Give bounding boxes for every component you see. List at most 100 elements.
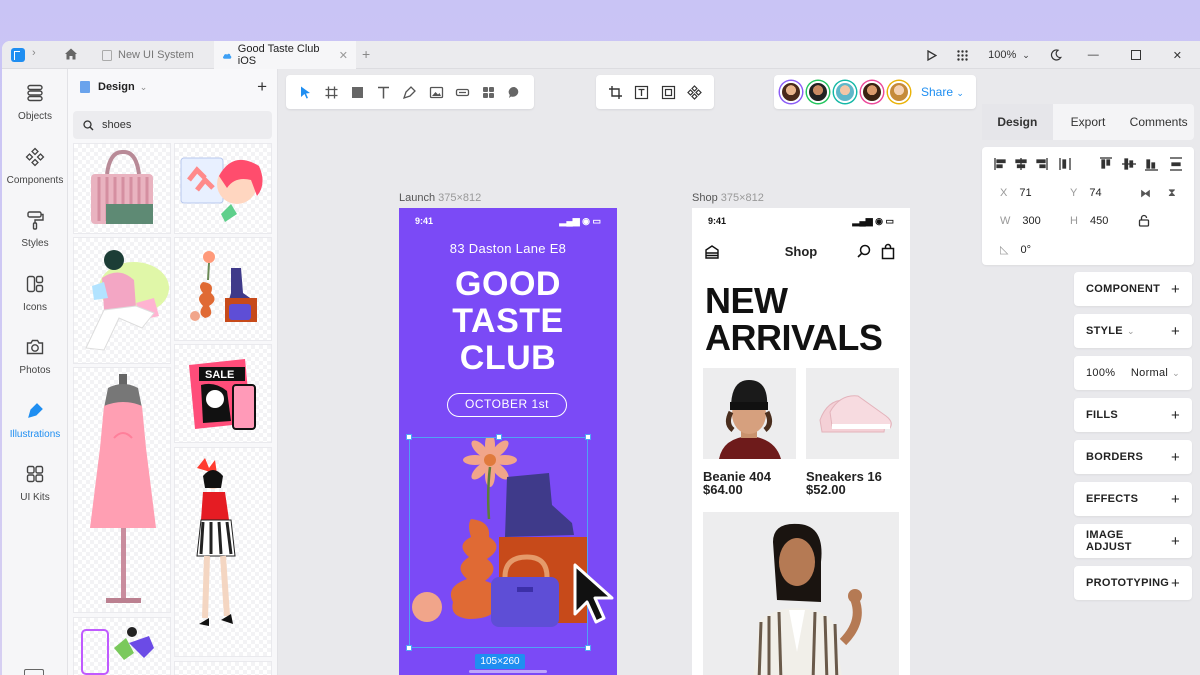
flip-horizontal-icon[interactable]: ⧓ — [1140, 187, 1151, 200]
home-icon[interactable] — [64, 47, 78, 61]
close-tab-icon[interactable]: ✕ — [339, 49, 348, 62]
x-field[interactable]: X 71 — [1000, 187, 1032, 199]
illustration-girl-sandals[interactable] — [174, 143, 272, 234]
illustration-handbag[interactable] — [73, 143, 171, 234]
illustration-app-figures[interactable] — [73, 617, 171, 675]
tab-new-ui-system[interactable]: New UI System — [94, 41, 214, 69]
vertical-align-icons[interactable] — [1100, 157, 1184, 171]
plus-icon[interactable]: + — [1171, 323, 1180, 340]
apps-grid-icon[interactable] — [947, 49, 978, 61]
resize-handle[interactable] — [496, 434, 502, 440]
unlock-icon[interactable] — [1138, 214, 1150, 227]
layer-opacity-blend[interactable]: 100% Normal ⌄ — [1074, 356, 1192, 390]
horizontal-align-icons[interactable] — [994, 157, 1074, 171]
share-button[interactable]: Share ⌄ — [921, 85, 964, 99]
illustration-partial[interactable] — [174, 661, 272, 675]
tab-good-taste-club[interactable]: Good Taste Club iOS ✕ — [214, 41, 356, 69]
product-sneakers[interactable]: Sneakers 16 $52.00 — [806, 470, 882, 496]
shopping-bag-icon[interactable] — [880, 243, 896, 260]
illustration-shopping-woman[interactable] — [73, 237, 171, 364]
rail-item-objects[interactable]: Objects — [2, 83, 68, 122]
illustration-dress-mannequin[interactable] — [73, 367, 171, 613]
rotation-field[interactable]: ◺ 0° — [1000, 243, 1031, 256]
avatar[interactable] — [888, 81, 910, 103]
text-box-icon[interactable] — [629, 79, 655, 105]
avatar[interactable] — [780, 81, 802, 103]
comment-tool-icon[interactable] — [502, 79, 527, 105]
resize-handle[interactable] — [585, 645, 591, 651]
frame-label-launch[interactable]: Launch 375×812 — [399, 192, 481, 204]
minimize-icon[interactable]: — — [1072, 49, 1115, 61]
frame-label-shop[interactable]: Shop 375×812 — [692, 192, 764, 204]
component-tool-icon[interactable] — [476, 79, 501, 105]
section-fills[interactable]: FILLS + — [1074, 398, 1192, 432]
avatar[interactable] — [861, 81, 883, 103]
play-icon[interactable] — [917, 49, 947, 61]
avatar[interactable] — [834, 81, 856, 103]
product-beanie[interactable]: Beanie 404 $64.00 — [703, 470, 771, 496]
plus-icon[interactable]: + — [1171, 407, 1180, 424]
blend-mode-value[interactable]: Normal — [1131, 367, 1168, 379]
move-tool-icon[interactable] — [293, 79, 318, 105]
plus-icon[interactable]: + — [1171, 491, 1180, 508]
y-field[interactable]: Y 74 — [1070, 187, 1102, 199]
crop-icon[interactable] — [603, 79, 629, 105]
plus-icon[interactable]: + — [1171, 281, 1180, 298]
image-frame-icon[interactable] — [656, 79, 682, 105]
frame-tool-icon[interactable] — [319, 79, 344, 105]
search-box[interactable] — [73, 111, 272, 139]
component-diamond-icon[interactable] — [682, 79, 708, 105]
tab-comments[interactable]: Comments — [1123, 104, 1194, 140]
search-input[interactable] — [102, 119, 252, 131]
keyboard-icon[interactable] — [24, 669, 44, 675]
rail-item-icons[interactable]: Icons — [2, 274, 68, 313]
product-image-woman[interactable] — [703, 512, 899, 675]
tab-design[interactable]: Design — [982, 104, 1053, 140]
chevron-right-icon[interactable]: › — [32, 47, 36, 59]
plus-icon[interactable]: + — [1171, 533, 1180, 550]
rail-item-photos[interactable]: Photos — [2, 337, 68, 376]
section-component[interactable]: COMPONENT + — [1074, 272, 1192, 306]
opacity-value[interactable]: 100% — [1086, 367, 1115, 379]
section-image-adjust[interactable]: IMAGE ADJUST + — [1074, 524, 1192, 558]
illustration-vase-boot[interactable] — [174, 237, 272, 341]
zoom-dropdown[interactable]: 100% ⌄ — [978, 49, 1040, 61]
section-borders[interactable]: BORDERS + — [1074, 440, 1192, 474]
section-prototyping[interactable]: PROTOTYPING + — [1074, 566, 1192, 600]
section-style[interactable]: STYLE ⌄ + — [1074, 314, 1192, 348]
tab-export[interactable]: Export — [1053, 104, 1124, 140]
section-effects[interactable]: EFFECTS + — [1074, 482, 1192, 516]
rail-item-components[interactable]: Components — [2, 147, 68, 186]
canvas[interactable]: Share ⌄ Launch 375×812 Shop 375×812 9:41… — [278, 69, 1200, 675]
flip-vertical-icon[interactable]: ⧗ — [1168, 187, 1176, 200]
maximize-icon[interactable] — [1115, 50, 1157, 60]
library-dropdown[interactable]: Design ⌄ — [80, 81, 147, 93]
product-image-sneakers[interactable] — [806, 368, 899, 459]
height-field[interactable]: H 450 — [1070, 215, 1108, 227]
image-tool-icon[interactable] — [424, 79, 449, 105]
shop-frame[interactable]: 9:41 ▂▄▆ ◉ ▭ Shop NEW ARRIVALS Beanie 40… — [692, 208, 910, 675]
rectangle-tool-icon[interactable] — [345, 79, 370, 105]
rail-item-illustrations[interactable]: Illustrations — [2, 401, 68, 440]
resize-handle[interactable] — [406, 434, 412, 440]
rail-item-ui-kits[interactable]: UI Kits — [2, 464, 68, 503]
width-field[interactable]: W 300 — [1000, 215, 1041, 227]
avatar[interactable] — [807, 81, 829, 103]
plus-icon[interactable]: + — [1171, 575, 1180, 592]
close-window-icon[interactable]: ✕ — [1157, 49, 1200, 62]
button-tool-icon[interactable] — [450, 79, 475, 105]
app-logo-icon[interactable] — [11, 48, 25, 62]
rail-item-styles[interactable]: Styles — [2, 210, 68, 249]
pen-tool-icon[interactable] — [397, 79, 422, 105]
resize-handle[interactable] — [585, 434, 591, 440]
plus-icon[interactable]: + — [1171, 449, 1180, 466]
moon-icon[interactable] — [1040, 49, 1072, 61]
selection-box[interactable] — [406, 434, 591, 651]
resize-handle[interactable] — [406, 645, 412, 651]
illustration-sale[interactable]: SALE — [174, 344, 272, 443]
launch-frame[interactable]: 9:41 ▂▄▆ ◉ ▭ 83 Daston Lane E8 GOOD TAST… — [399, 208, 617, 675]
add-icon[interactable]: + — [257, 77, 267, 97]
text-tool-icon[interactable] — [371, 79, 396, 105]
search-icon[interactable] — [856, 244, 872, 260]
product-image-beanie[interactable] — [703, 368, 796, 459]
